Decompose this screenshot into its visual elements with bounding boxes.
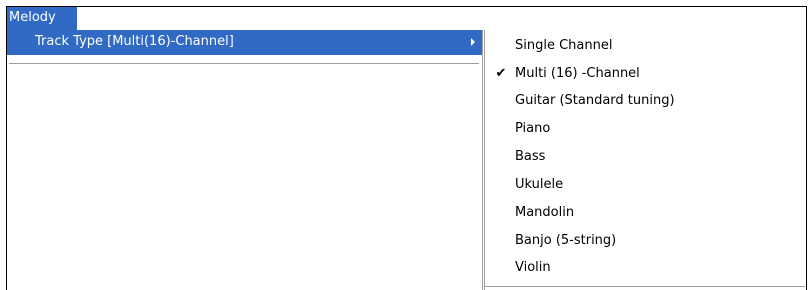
submenu-item-bass[interactable]: Bass: [485, 144, 805, 170]
submenu-item-ukulele[interactable]: Ukulele: [485, 172, 805, 198]
submenu-item-banjo-5-string[interactable]: Banjo (5-string): [485, 228, 805, 254]
submenu-item-label: Multi (16) -Channel: [515, 66, 640, 81]
submenu-item-label: Violin: [515, 260, 551, 275]
submenu-item-label: Banjo (5-string): [515, 233, 617, 248]
submenu-arrow-icon: [471, 38, 475, 46]
submenu-item-label: Ukulele: [515, 177, 564, 192]
menu-item-track-type[interactable]: Track Type [Multi(16)-Channel]: [7, 30, 482, 55]
submenu-item-guitar-standard-tuning[interactable]: Guitar (Standard tuning): [485, 88, 805, 114]
submenu-item-label: Bass: [515, 149, 546, 164]
submenu-separator: [485, 286, 805, 287]
submenu-item-label: Piano: [515, 121, 551, 136]
menubar-melody[interactable]: Melody: [7, 7, 77, 30]
menubar-melody-label: Melody: [9, 10, 56, 25]
submenu-item-single-channel[interactable]: Single Channel: [485, 33, 805, 59]
submenu-item-label: Single Channel: [515, 38, 613, 53]
submenu-item-multi-16-channel[interactable]: ✔ Multi (16) -Channel: [485, 61, 805, 87]
submenu-item-label: Mandolin: [515, 205, 575, 220]
submenu-item-violin[interactable]: Violin: [485, 255, 805, 281]
submenu-item-piano[interactable]: Piano: [485, 116, 805, 142]
checkmark-icon: ✔: [495, 66, 507, 81]
menu-item-track-type-label: Track Type [Multi(16)-Channel]: [35, 34, 234, 49]
menu-separator: [9, 63, 479, 64]
screenshot-frame-right: [806, 6, 807, 290]
submenu-item-label: Guitar (Standard tuning): [515, 93, 675, 108]
melody-dropdown-menu: Track Type [Multi(16)-Channel]: [7, 30, 483, 290]
submenu-item-mandolin[interactable]: Mandolin: [485, 200, 805, 226]
screenshot-frame-top: [6, 6, 807, 7]
track-type-submenu: Single Channel ✔ Multi (16) -Channel Gui…: [484, 30, 806, 290]
